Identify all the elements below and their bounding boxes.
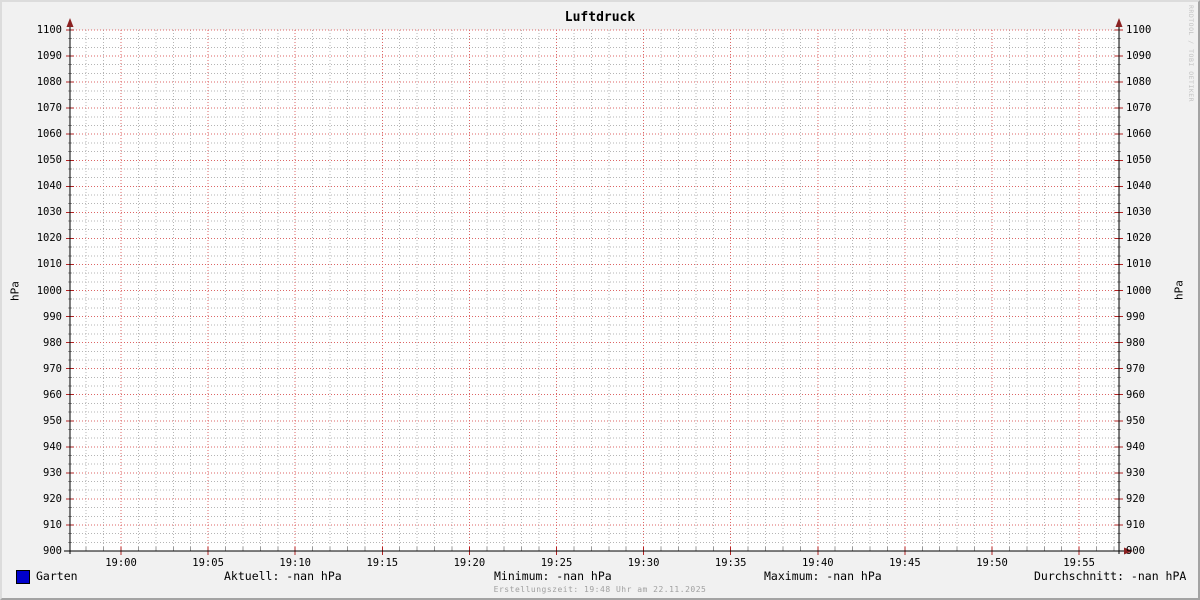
y-tick-label-left: 1010	[36, 258, 62, 271]
y-tick-label-left: 1070	[36, 102, 62, 115]
stat-durchschnitt: Durchschnitt: -nan hPA	[1034, 569, 1187, 583]
y-tick-label-right: 1100	[1126, 24, 1152, 36]
chart-canvas	[64, 18, 1133, 555]
x-tick-label: 19:30	[627, 557, 660, 569]
y-tick-label-left: 1080	[36, 76, 62, 89]
x-tick-label: 19:35	[714, 557, 747, 569]
y-tick-label-left: 1020	[36, 232, 62, 245]
y-tick-label-right: 900	[1126, 545, 1145, 557]
y-tick-label-right: 950	[1126, 414, 1145, 427]
x-tick-label: 19:05	[192, 557, 224, 569]
y-tick-label-right: 970	[1126, 362, 1145, 375]
x-tick-label: 19:20	[453, 557, 486, 569]
y-tick-label-left: 950	[43, 414, 62, 427]
y-tick-label-right: 1060	[1126, 128, 1152, 141]
series-legend-label: Garten	[36, 569, 78, 583]
y-tick-label-left: 1060	[36, 128, 62, 141]
x-tick-label: 19:50	[976, 557, 1008, 569]
x-tick-label: 19:25	[540, 557, 573, 569]
x-tick-label: 19:00	[105, 557, 137, 569]
y-tick-label-left: 1040	[36, 180, 62, 193]
y-tick-label-right: 1070	[1126, 102, 1152, 115]
y-tick-label-right: 910	[1126, 518, 1145, 531]
series-color-swatch	[16, 570, 30, 584]
y-tick-label-right: 980	[1126, 336, 1145, 349]
y-tick-label-right: 930	[1126, 466, 1145, 479]
y-tick-label-left: 940	[43, 440, 62, 453]
creation-timestamp: Erstellungszeit: 19:48 Uhr am 22.11.2025	[493, 585, 707, 594]
y-tick-label-left: 930	[43, 466, 62, 479]
legend-and-stats-row: Garten Aktuell: -nan hPa Minimum: -nan h…	[2, 569, 1198, 585]
stat-aktuell: Aktuell: -nan hPa	[224, 569, 342, 583]
y-tick-label-left: 1100	[36, 24, 62, 36]
y-tick-label-left: 990	[43, 310, 62, 323]
rrdtool-watermark: RRDTOOL / TOBI OETIKER	[1187, 5, 1195, 103]
chart-title: Luftdruck	[564, 10, 636, 25]
x-tick-label: 19:40	[801, 557, 834, 569]
y-tick-label-left: 1030	[36, 206, 62, 219]
y-tick-label-right: 1040	[1126, 180, 1152, 193]
y-tick-label-left: 920	[43, 492, 62, 505]
y-tick-label-right: 1030	[1126, 206, 1152, 219]
y-tick-label-right: 960	[1126, 388, 1145, 401]
x-tick-label: 19:15	[366, 557, 399, 569]
y-tick-label-left: 980	[43, 336, 62, 349]
x-tick-label: 19:55	[1063, 557, 1095, 569]
x-tick-label: 19:10	[279, 557, 311, 569]
y-tick-label-right: 940	[1126, 440, 1145, 453]
y-tick-label-left: 1090	[36, 50, 62, 63]
x-tick-label: 19:45	[889, 557, 921, 569]
y-tick-label-left: 1000	[36, 284, 62, 297]
y-tick-label-left: 960	[43, 388, 62, 401]
stat-maximum: Maximum: -nan hPa	[764, 569, 882, 583]
stat-minimum: Minimum: -nan hPa	[494, 569, 612, 583]
y-tick-label-right: 1000	[1126, 284, 1152, 297]
y-tick-label-right: 1010	[1126, 258, 1152, 271]
y-tick-label-right: 990	[1126, 310, 1145, 323]
y-tick-label-right: 1020	[1126, 232, 1152, 245]
rrdtool-graph: Luftdruck hPa hPa 1100 1100 1090 1090 1080 10…	[0, 0, 1200, 600]
y-tick-label-right: 1090	[1126, 50, 1152, 63]
y-tick-label-left: 900	[43, 545, 62, 557]
y-tick-label-left: 970	[43, 362, 62, 375]
y-tick-label-left: 1050	[36, 154, 62, 167]
y-tick-label-right: 920	[1126, 492, 1145, 505]
y-tick-label-right: 1050	[1126, 154, 1152, 167]
y-tick-label-right: 1080	[1126, 76, 1152, 89]
y-tick-label-left: 910	[43, 518, 62, 531]
